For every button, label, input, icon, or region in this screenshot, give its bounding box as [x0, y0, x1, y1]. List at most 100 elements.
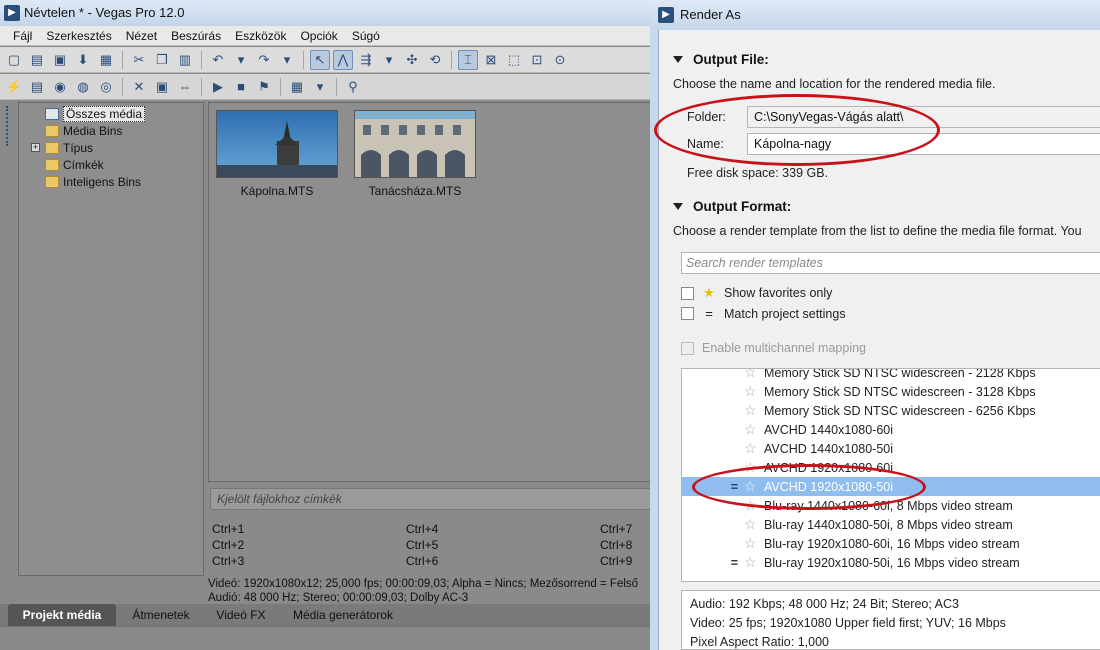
- tree-item-tags[interactable]: Címkék: [45, 156, 104, 173]
- template-row[interactable]: ☆ Memory Stick SD NTSC widescreen - 3128…: [682, 382, 1100, 401]
- undo-icon[interactable]: ↶: [208, 50, 228, 70]
- template-label: AVCHD 1440x1080-50i: [764, 441, 894, 456]
- redo-icon[interactable]: ↷: [254, 50, 274, 70]
- menu-tools[interactable]: Eszközök: [228, 26, 293, 45]
- undo-dropdown-icon[interactable]: ▾: [231, 50, 251, 70]
- favorite-star-icon[interactable]: ☆: [744, 402, 764, 419]
- save-icon[interactable]: ▣: [50, 50, 70, 70]
- media-caption: Tanácsháza.MTS: [368, 184, 462, 198]
- vegas-window: ▶ Névtelen * - Vegas Pro 12.0 Fájl Szerk…: [0, 0, 660, 650]
- town-hall-thumbnail-image: [355, 111, 475, 177]
- remove-media-icon[interactable]: ✕: [129, 77, 149, 97]
- shortcut-label: Ctrl+6: [406, 554, 439, 568]
- template-row[interactable]: ☆ Blu-ray 1440x1080-50i, 8 Mbps video st…: [682, 515, 1100, 534]
- match-project-label: Match project settings: [724, 306, 846, 321]
- shortcut-label: Ctrl+8: [600, 538, 633, 552]
- shortcut-label: Ctrl+2: [212, 538, 245, 552]
- tree-item-all-media[interactable]: Összes média: [45, 105, 146, 122]
- tab-media-generators[interactable]: Média generátorok: [280, 604, 406, 626]
- get-media-web-icon[interactable]: ◍: [73, 77, 93, 97]
- selection-tool-icon[interactable]: ⬚: [504, 50, 524, 70]
- zoom-tool-icon[interactable]: ⊡: [527, 50, 547, 70]
- match-project-checkbox[interactable]: = Match project settings: [681, 306, 846, 321]
- multichannel-checkbox[interactable]: Enable multichannel mapping: [681, 341, 866, 355]
- chapel-thumbnail-image: [217, 111, 337, 177]
- favorite-star-icon[interactable]: ☆: [744, 516, 764, 533]
- template-row[interactable]: ☆ Blu-ray 1920x1080-60i, 16 Mbps video s…: [682, 534, 1100, 553]
- search-media-icon[interactable]: ◎: [96, 77, 116, 97]
- search-icon[interactable]: ⚲: [343, 77, 363, 97]
- show-favorites-checkbox[interactable]: ★ Show favorites only: [681, 285, 832, 301]
- template-row[interactable]: = ☆ Blu-ray 1920x1080-50i, 16 Mbps video…: [682, 553, 1100, 572]
- cut-icon[interactable]: ✂: [129, 50, 149, 70]
- tree-item-label: Média Bins: [63, 123, 123, 138]
- play-icon[interactable]: ▶: [208, 77, 228, 97]
- quick-action-icon[interactable]: ⚡: [4, 77, 24, 97]
- output-format-section-toggle[interactable]: Output Format:: [673, 199, 791, 214]
- tab-transitions[interactable]: Átmenetek: [120, 604, 202, 626]
- media-fx-icon[interactable]: ⇔: [175, 77, 195, 97]
- snapping-dropdown-icon[interactable]: ▾: [379, 50, 399, 70]
- auto-ripple-icon[interactable]: ⟲: [425, 50, 445, 70]
- new-file-icon[interactable]: ▢: [4, 50, 24, 70]
- folder-icon: [45, 175, 59, 188]
- search-templates-input[interactable]: Search render templates: [681, 252, 1100, 274]
- menu-help[interactable]: Súgó: [345, 26, 387, 45]
- media-thumbnail[interactable]: [216, 110, 338, 178]
- favorite-star-icon[interactable]: ☆: [744, 383, 764, 400]
- favorite-star-icon[interactable]: ☆: [744, 554, 764, 571]
- template-row[interactable]: ☆ AVCHD 1440x1080-60i: [682, 420, 1100, 439]
- menu-file[interactable]: Fájl: [6, 26, 39, 45]
- capture-video-icon[interactable]: ◉: [50, 77, 70, 97]
- toolbar-separator: [201, 77, 202, 96]
- paste-icon[interactable]: ▥: [175, 50, 195, 70]
- multichannel-label: Enable multichannel mapping: [702, 341, 866, 355]
- favorite-star-icon[interactable]: ☆: [744, 535, 764, 552]
- media-tree-panel: Összes média Média Bins + Típus Címkék I…: [18, 102, 204, 576]
- media-audio-info: Audió: 48 000 Hz; Stereo; 00:00:09,03; D…: [208, 592, 469, 604]
- open-folder-icon[interactable]: ▤: [27, 50, 47, 70]
- media-thumbnail[interactable]: [354, 110, 476, 178]
- favorite-star-icon[interactable]: ☆: [744, 421, 764, 438]
- template-row[interactable]: ☆ AVCHD 1440x1080-50i: [682, 439, 1100, 458]
- lock-envelopes-icon[interactable]: ⌶: [458, 49, 478, 70]
- favorite-star-icon[interactable]: ☆: [744, 440, 764, 457]
- properties-icon[interactable]: ▦: [96, 50, 116, 70]
- views-dropdown-icon[interactable]: ▾: [310, 77, 330, 97]
- stop-icon[interactable]: ■: [231, 77, 251, 97]
- envelope-tool-icon[interactable]: ⋀: [333, 49, 353, 70]
- render-icon[interactable]: ⬇: [73, 50, 93, 70]
- template-row[interactable]: ☆ Memory Stick SD NTSC widescreen - 2128…: [682, 369, 1100, 382]
- tree-item-type[interactable]: Típus: [45, 139, 93, 156]
- copy-icon[interactable]: ❐: [152, 50, 172, 70]
- help-icon[interactable]: ⊙: [550, 50, 570, 70]
- menu-insert[interactable]: Beszúrás: [164, 26, 228, 45]
- ignore-grouping-icon[interactable]: ⊠: [481, 50, 501, 70]
- tab-video-fx[interactable]: Videó FX: [206, 604, 276, 626]
- views-icon[interactable]: ▦: [287, 77, 307, 97]
- output-file-section-toggle[interactable]: Output File:: [673, 52, 769, 67]
- tree-item-label: Inteligens Bins: [63, 174, 142, 189]
- tree-item-smart-bins[interactable]: Inteligens Bins: [45, 173, 141, 190]
- menu-options[interactable]: Opciók: [293, 26, 344, 45]
- menu-edit[interactable]: Szerkesztés: [39, 26, 118, 45]
- auto-crossfade-icon[interactable]: ✣: [402, 50, 422, 70]
- panel-grip[interactable]: [6, 106, 12, 146]
- favorite-star-icon[interactable]: ☆: [744, 369, 764, 381]
- normal-edit-tool-icon[interactable]: ↖: [310, 49, 330, 70]
- template-row[interactable]: ☆ Memory Stick SD NTSC widescreen - 6256…: [682, 401, 1100, 420]
- media-tags-input[interactable]: Kjelölt fájlokhoz címkék: [210, 488, 660, 510]
- import-media-icon[interactable]: ▤: [27, 77, 47, 97]
- menu-view[interactable]: Nézet: [119, 26, 164, 45]
- tab-project-media[interactable]: Projekt média: [8, 604, 116, 626]
- template-label: AVCHD 1440x1080-60i: [764, 422, 894, 437]
- redo-dropdown-icon[interactable]: ▾: [277, 50, 297, 70]
- expand-icon[interactable]: +: [31, 143, 40, 152]
- media-properties-icon[interactable]: ▣: [152, 77, 172, 97]
- auto-preview-icon[interactable]: ⚑: [254, 77, 274, 97]
- snapping-icon[interactable]: ⇶: [356, 50, 376, 70]
- tree-item-media-bins[interactable]: Média Bins: [45, 122, 122, 139]
- collapse-triangle-icon: [673, 203, 683, 210]
- template-label: Blu-ray 1440x1080-50i, 8 Mbps video stre…: [764, 517, 1013, 532]
- dialog-titlebar: ▶ Render As: [650, 0, 1100, 30]
